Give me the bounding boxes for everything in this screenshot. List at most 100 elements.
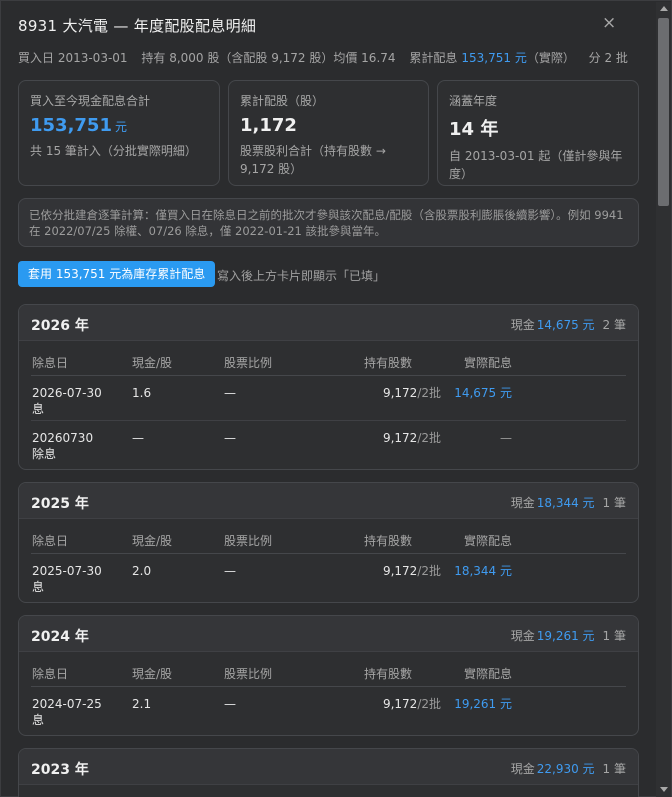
vertical-scrollbar[interactable]	[656, 2, 671, 797]
year-title: 2026 年	[31, 318, 89, 334]
cash-prefix: 現金	[510, 762, 535, 776]
card-label: 買入至今現金配息合計	[30, 94, 151, 108]
row-ratio: —	[224, 386, 236, 400]
cash-total-value: 153,751	[30, 115, 112, 136]
close-icon[interactable]: ×	[602, 15, 616, 32]
row-date: 2024-07-25 息	[32, 697, 102, 727]
card-note: 股票股利合計（持有股數 → 9,172 股）	[240, 144, 386, 176]
calculation-notice: 已依分批建倉逐筆計算：僅買入日在除息日之前的批次才參與該次配息/配股（含股票股利…	[18, 198, 639, 247]
year-cash-total: 14,675 元	[536, 318, 595, 332]
year-cash-total: 18,344 元	[536, 496, 595, 510]
year-header: 2026 年 現金 14,675 元 2 筆	[19, 305, 638, 341]
table-header: 除息日 現金/股 股票比例 持有股數 實際配息	[31, 341, 626, 376]
card-value: 153,751 元	[30, 115, 208, 136]
table-row: 2025-07-30 息 2.0 — 9,172/2批 18,344 元	[31, 554, 626, 602]
row-cash: 1.6	[132, 386, 152, 400]
row-shares: 9,172	[382, 386, 418, 400]
year-section-2023: 2023 年 現金 22,930 元 1 筆	[18, 748, 639, 797]
col-date: 除息日	[32, 667, 69, 681]
row-actual: 19,261 元	[454, 697, 512, 711]
col-actual: 實際配息	[464, 356, 513, 370]
table-header: 除息日 現金/股 股票比例 持有股數 實際配息	[31, 519, 626, 554]
cumulative-amount: 153,751 元	[461, 51, 527, 65]
year-section-2024: 2024 年 現金 19,261 元1 筆 除息日 現金/股 股票比例 持有股數 …	[18, 615, 639, 736]
year-count: 1 筆	[602, 629, 626, 643]
year-header: 2023 年 現金 22,930 元 1 筆	[19, 749, 638, 785]
col-ratio: 股票比例	[224, 534, 273, 548]
position-summary: 買入日 2013-03-01 持有 8,000 股（含配股 9,172 股）均價…	[18, 49, 638, 66]
year-header: 2024 年 現金 19,261 元 1 筆	[19, 616, 638, 652]
card-note: 自 2013-03-01 起（僅計參與年度）	[449, 149, 623, 181]
scroll-down-arrow-icon[interactable]	[660, 787, 668, 792]
card-label: 涵蓋年度	[449, 94, 498, 108]
buy-date: 買入日 2013-03-01	[18, 51, 128, 65]
dialog-content: 8931 大汽電 — 年度配股配息明細 × 買入日 2013-03-01 持有 …	[1, 1, 655, 797]
cash-prefix: 現金	[510, 629, 535, 643]
row-ratio: —	[224, 697, 236, 711]
apply-row: 套用 153,751 元為庫存累計配息 寫入後上方卡片即顯示「已填」	[18, 261, 639, 287]
row-actual: 14,675 元	[454, 386, 512, 400]
row-cash: 2.1	[132, 697, 152, 711]
cumulative-prefix: 累計配息	[409, 51, 458, 65]
col-date: 除息日	[32, 356, 69, 370]
row-holding: 9,172/2批	[361, 385, 441, 401]
row-shares: 9,172	[382, 564, 418, 578]
year-section-2026: 2026 年 現金 14,675 元2 筆 除息日 現金/股 股票比例 持有股數 …	[18, 304, 639, 470]
year-count: 1 筆	[602, 496, 626, 510]
cash-total-unit: 元	[114, 120, 127, 134]
scrollbar-thumb[interactable]	[658, 18, 669, 206]
card-value: 14 年	[449, 119, 499, 140]
apply-hint: 寫入後上方卡片即顯示「已填」	[217, 269, 386, 283]
summary-cards: 買入至今現金配息合計 153,751 元 共 15 筆計入（分批實際明細） 累計配…	[18, 80, 639, 186]
col-holding: 持有股數	[364, 667, 413, 681]
year-cash-total: 19,261 元	[536, 629, 595, 643]
year-summary: 現金 18,344 元 1 筆	[511, 494, 626, 511]
cumulative-suffix: （實際）	[526, 51, 575, 65]
cash-prefix: 現金	[510, 318, 535, 332]
dividend-detail-dialog: 8931 大汽電 — 年度配股配息明細 × 買入日 2013-03-01 持有 …	[0, 0, 672, 797]
col-date: 除息日	[32, 534, 69, 548]
batch-count: 分 2 批	[588, 51, 628, 65]
row-holding: 9,172/2批	[361, 563, 441, 579]
col-cash: 現金/股	[132, 356, 173, 370]
col-cash: 現金/股	[132, 667, 173, 681]
year-header: 2025 年 現金 18,344 元 1 筆	[19, 483, 638, 519]
row-actual: —	[500, 431, 512, 445]
years-covered-card: 涵蓋年度 14 年 自 2013-03-01 起（僅計參與年度）	[437, 80, 639, 186]
row-holding: 9,172/2批	[361, 430, 441, 446]
row-date: 2025-07-30 息	[32, 564, 102, 594]
col-ratio: 股票比例	[224, 356, 273, 370]
year-count: 1 筆	[602, 762, 626, 776]
cumulative-dividend: 累計配息 153,751 元（實際）	[409, 51, 574, 65]
row-shares: 9,172	[382, 697, 418, 711]
row-holding: 9,172/2批	[361, 696, 441, 712]
col-holding: 持有股數	[364, 534, 413, 548]
table-row: 20260730 除息 — — 9,172/2批 —	[31, 421, 626, 469]
year-title: 2024 年	[31, 629, 89, 645]
card-note: 共 15 筆計入（分批實際明細）	[30, 144, 197, 158]
table-header: 除息日 現金/股 股票比例 持有股數 實際配息	[31, 652, 626, 687]
stock-dividend-card: 累計配股（股） 1,172 股票股利合計（持有股數 → 9,172 股）	[228, 80, 429, 186]
row-ratio: —	[224, 564, 236, 578]
col-cash: 現金/股	[132, 534, 173, 548]
col-actual: 實際配息	[464, 534, 513, 548]
apply-cumulative-button[interactable]: 套用 153,751 元為庫存累計配息	[18, 261, 216, 287]
year-summary: 現金 19,261 元 1 筆	[511, 627, 626, 644]
col-actual: 實際配息	[464, 667, 513, 681]
cash-dividend-card: 買入至今現金配息合計 153,751 元 共 15 筆計入（分批實際明細）	[18, 80, 220, 186]
row-date: 20260730 除息	[32, 431, 94, 461]
card-label: 累計配股（股）	[240, 94, 325, 108]
year-count: 2 筆	[602, 318, 626, 332]
dialog-title: 8931 大汽電 — 年度配股配息明細	[18, 17, 257, 35]
year-title: 2025 年	[31, 496, 89, 512]
row-actual: 18,344 元	[454, 564, 512, 578]
row-cash: 2.0	[132, 564, 152, 578]
card-value: 1,172	[240, 115, 297, 136]
col-holding: 持有股數	[364, 356, 413, 370]
scroll-up-arrow-icon[interactable]	[660, 6, 668, 11]
table-row: 2026-07-30 息 1.6 — 9,172/2批 14,675 元	[31, 376, 626, 421]
row-ratio: —	[224, 431, 236, 445]
table-row: 2024-07-25 息 2.1 — 9,172/2批 19,261 元	[31, 687, 626, 735]
dialog-header: 8931 大汽電 — 年度配股配息明細	[18, 15, 638, 36]
year-title: 2023 年	[31, 762, 89, 778]
